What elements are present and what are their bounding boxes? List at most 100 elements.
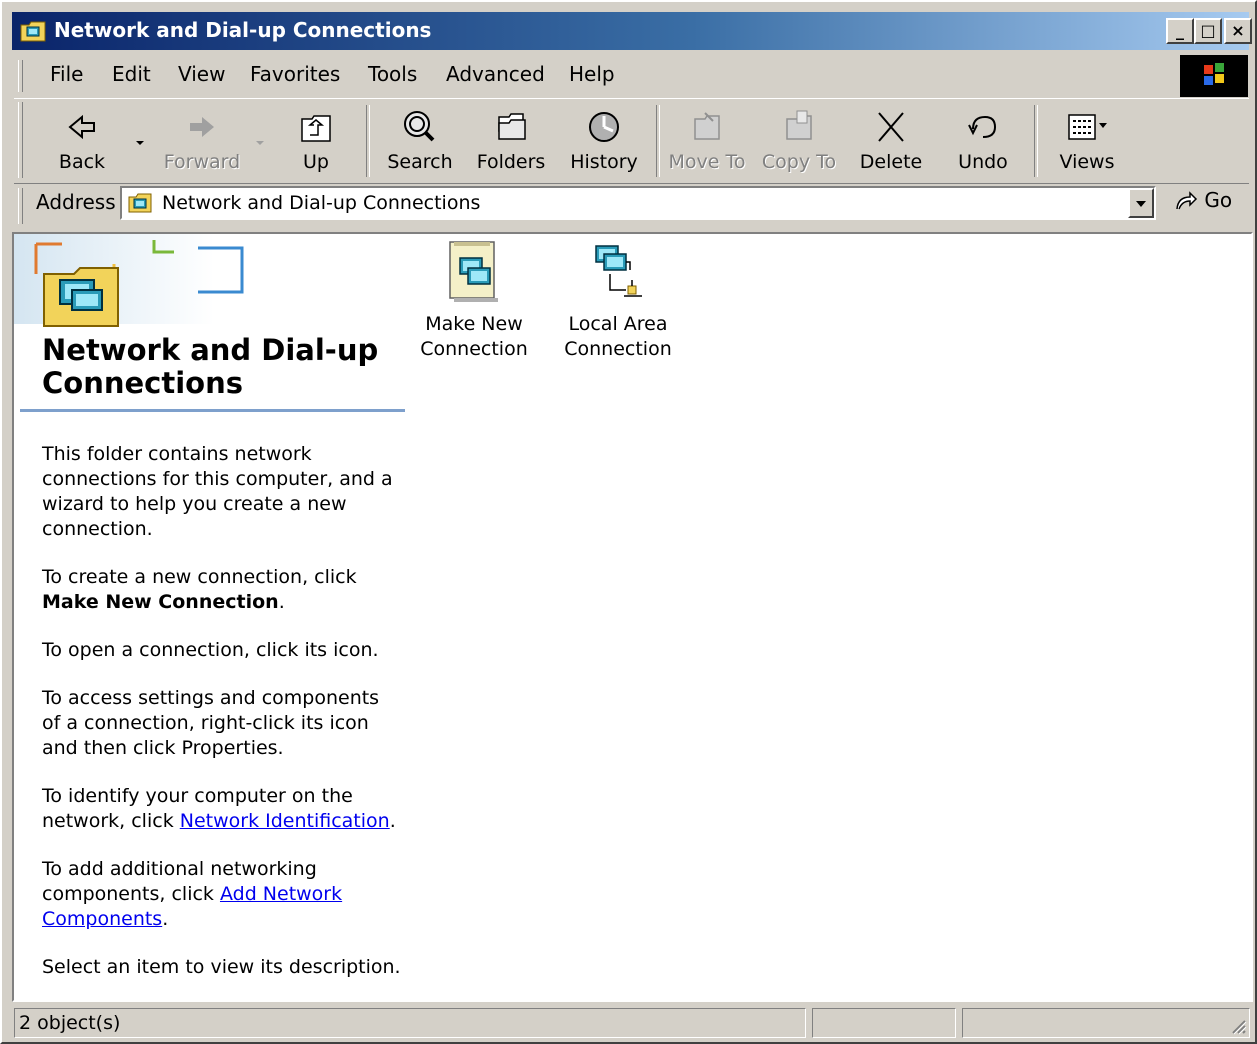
toolbar-separator: [366, 105, 370, 177]
panel-title: Network and Dial-up Connections: [42, 333, 379, 400]
local-area-connection-item[interactable]: Local Area Connection: [548, 240, 688, 362]
undo-button[interactable]: Undo: [940, 101, 1026, 181]
status-pane-objects: 2 object(s): [14, 1008, 806, 1038]
close-icon: ×: [1231, 21, 1245, 40]
title-bar[interactable]: Network and Dial-up Connections _ □ ×: [12, 12, 1252, 50]
network-identification-link[interactable]: Network Identification: [180, 810, 390, 832]
menu-help[interactable]: Help: [569, 62, 615, 86]
close-button[interactable]: ×: [1224, 18, 1252, 44]
folder-view: Network and Dial-up Connections This fol…: [12, 232, 1253, 1002]
windows-flag-icon: [1204, 63, 1224, 85]
make-new-connection-item[interactable]: Make New Connection: [404, 240, 544, 362]
item-label-line1: Local Area: [568, 313, 668, 335]
item-label-line2: Connection: [564, 338, 672, 360]
back-button[interactable]: Back: [38, 101, 126, 181]
make-new-connection-bold: Make New Connection: [42, 591, 279, 613]
panel-divider: [20, 409, 405, 412]
windows-logo-icon: [1180, 55, 1248, 97]
search-icon: [404, 111, 435, 142]
undo-icon: [968, 115, 997, 138]
go-button[interactable]: Go: [1174, 188, 1232, 212]
status-pane-middle: [812, 1008, 956, 1038]
standard-toolbar: Back Forward Up Search Folders History M…: [14, 98, 1249, 184]
panel-paragraph: To add additional networking components,…: [42, 857, 402, 932]
address-label: Address: [36, 190, 116, 214]
forward-button[interactable]: Forward: [154, 101, 250, 181]
forward-arrow-icon: [190, 117, 214, 137]
move-to-label: Move To: [668, 151, 746, 173]
status-bar: 2 object(s): [12, 1006, 1253, 1040]
go-arrow-icon: [1176, 191, 1198, 210]
make-new-connection-icon: [449, 241, 498, 302]
menu-advanced[interactable]: Advanced: [446, 62, 545, 86]
views-label: Views: [1059, 151, 1115, 173]
move-to-icon: [694, 112, 720, 140]
chevron-down-icon: [1136, 201, 1146, 207]
folder-banner-graphic: [14, 234, 244, 327]
delete-x-icon: [878, 112, 904, 142]
panel-paragraph: To open a connection, click its icon.: [42, 639, 379, 661]
address-input[interactable]: Network and Dial-up Connections: [120, 186, 1156, 220]
address-bar: Address Network and Dial-up Connections …: [14, 184, 1249, 226]
delete-button[interactable]: Delete: [848, 101, 934, 181]
up-button[interactable]: Up: [272, 101, 360, 181]
panel-text: .: [278, 591, 285, 613]
up-label: Up: [303, 151, 329, 173]
toolbar-separator: [1034, 105, 1038, 177]
maximize-button[interactable]: □: [1194, 18, 1222, 44]
panel-paragraph: To create a new connection, click Make N…: [42, 565, 402, 615]
views-button[interactable]: Views: [1044, 101, 1130, 181]
panel-paragraph: To access settings and components of a c…: [42, 687, 380, 759]
local-area-connection-icon: [595, 245, 642, 297]
menu-favorites[interactable]: Favorites: [250, 62, 340, 86]
menu-bar: File Edit View Favorites Tools Advanced …: [14, 54, 1174, 96]
chevron-down-icon: [256, 141, 264, 145]
views-icon: [1068, 114, 1107, 140]
explorer-window: Network and Dial-up Connections _ □ × Fi…: [0, 0, 1257, 1044]
panel-text: To create a new connection, click: [42, 566, 357, 588]
item-label-line1: Make New: [425, 313, 523, 335]
minimize-button[interactable]: _: [1166, 18, 1194, 44]
panel-text: .: [162, 908, 169, 930]
copy-to-icon: [786, 110, 812, 140]
address-dropdown-button[interactable]: [1128, 188, 1154, 218]
toolbar-separator: [656, 105, 660, 177]
delete-label: Delete: [859, 151, 923, 173]
menu-view[interactable]: View: [178, 62, 225, 86]
up-folder-icon: [301, 115, 331, 142]
undo-label: Undo: [958, 151, 1008, 173]
menu-tools[interactable]: Tools: [368, 62, 417, 86]
history-button[interactable]: History: [558, 101, 650, 181]
maximize-icon: □: [1200, 21, 1216, 40]
folders-label: Folders: [476, 151, 546, 173]
network-folder-icon: [128, 193, 152, 213]
back-label: Back: [58, 151, 106, 173]
window-title: Network and Dial-up Connections: [54, 18, 432, 42]
search-button[interactable]: Search: [376, 101, 464, 181]
network-folder-icon: [20, 21, 46, 42]
menu-edit[interactable]: Edit: [112, 62, 151, 86]
copy-to-button[interactable]: Copy To: [756, 101, 842, 181]
forward-label: Forward: [163, 151, 241, 173]
history-label: History: [570, 151, 638, 173]
back-dropdown[interactable]: [130, 101, 150, 181]
go-label: Go: [1204, 188, 1233, 212]
forward-dropdown[interactable]: [250, 101, 270, 181]
chevron-down-icon: [136, 141, 144, 145]
search-label: Search: [387, 151, 453, 173]
folders-icon: [498, 113, 526, 140]
menu-file[interactable]: File: [50, 62, 83, 86]
copy-to-label: Copy To: [761, 151, 837, 173]
history-icon: [589, 112, 619, 142]
item-label-line2: Connection: [420, 338, 528, 360]
resize-grip-icon[interactable]: [1229, 1017, 1247, 1035]
address-value: Network and Dial-up Connections: [162, 192, 481, 214]
back-arrow-icon: [68, 114, 95, 140]
status-pane-right: [962, 1008, 1250, 1038]
panel-paragraph: Select an item to view its description.: [42, 956, 401, 978]
folders-button[interactable]: Folders: [466, 101, 556, 181]
move-to-button[interactable]: Move To: [664, 101, 750, 181]
status-text: 2 object(s): [19, 1012, 121, 1034]
panel-paragraph: This folder contains network connections…: [42, 443, 393, 540]
minimize-icon: _: [1176, 21, 1184, 40]
